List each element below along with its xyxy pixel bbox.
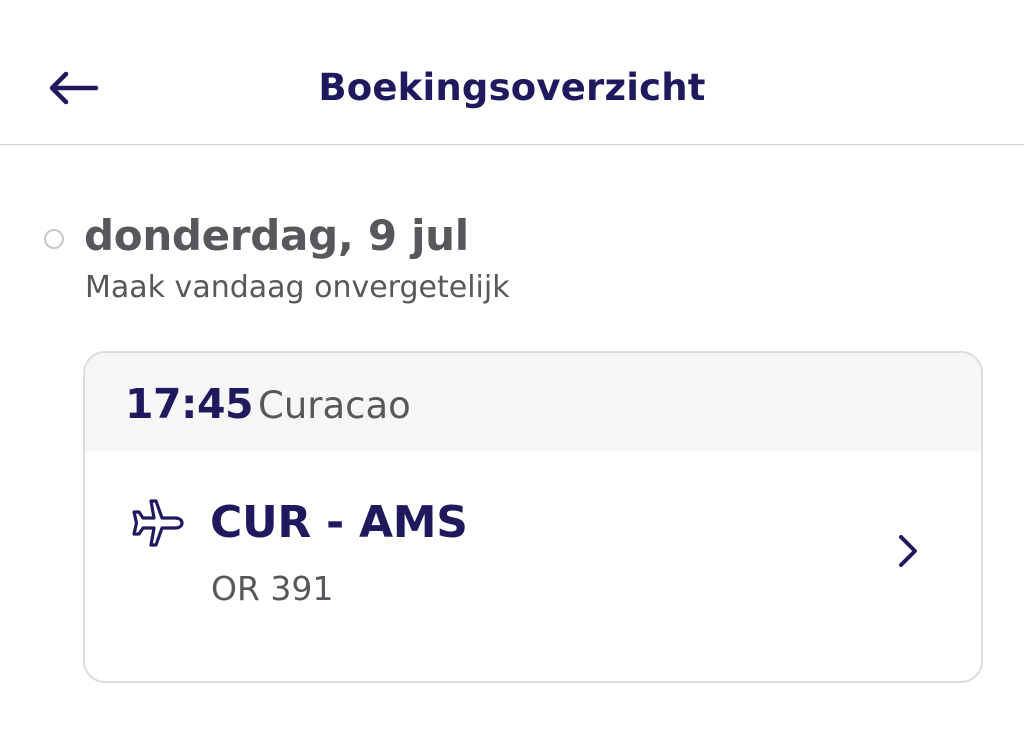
flight-card[interactable]: 17:45 Curacao CUR - AMS OR 391 bbox=[83, 351, 983, 683]
page-title: Boekingsoverzicht bbox=[318, 66, 706, 109]
day-date: donderdag, 9 jul bbox=[84, 211, 469, 260]
top-bar: Boekingsoverzicht bbox=[0, 0, 1024, 145]
timeline-dot bbox=[44, 229, 64, 249]
flight-card-header: 17:45 Curacao bbox=[85, 353, 981, 451]
airplane-icon bbox=[132, 499, 184, 547]
flight-number: OR 391 bbox=[211, 569, 334, 608]
flight-route: CUR - AMS bbox=[210, 497, 468, 548]
departure-city: Curacao bbox=[258, 384, 411, 427]
chevron-right-icon bbox=[899, 535, 917, 567]
departure-time: 17:45 bbox=[125, 380, 254, 428]
day-subtitle: Maak vandaag onvergetelijk bbox=[85, 270, 510, 305]
